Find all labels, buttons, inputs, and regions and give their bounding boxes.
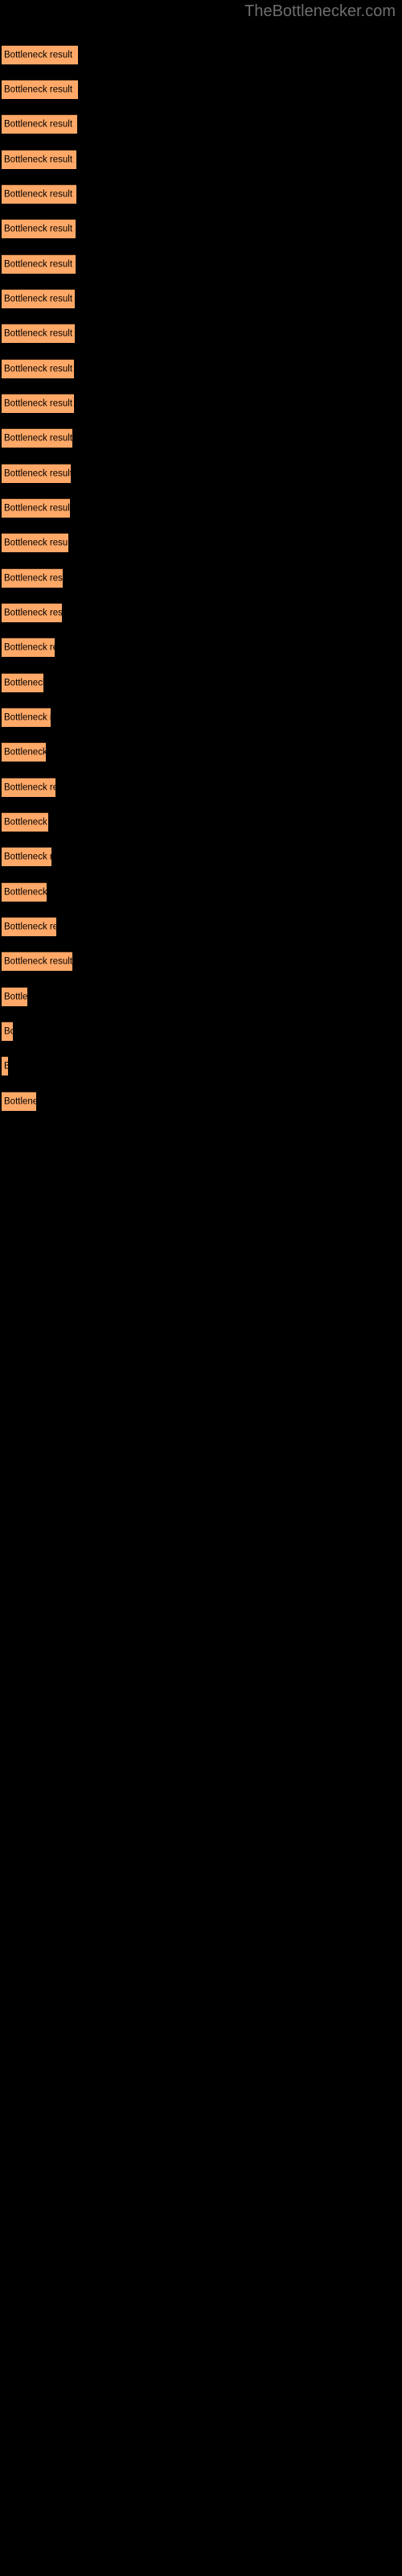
- bar-row: Bottleneck result: [0, 533, 402, 552]
- bar[interactable]: Bottleneck result: [2, 428, 72, 448]
- bar[interactable]: Bottleneck result: [2, 45, 78, 64]
- bar-label: Bottleneck result: [4, 992, 27, 1001]
- bar[interactable]: Bottleneck result: [2, 882, 47, 902]
- bar-row: Bottleneck result: [0, 289, 402, 308]
- bar-label: Bottleneck result: [4, 294, 73, 303]
- bar-label: Bottleneck result: [4, 469, 71, 478]
- bar[interactable]: Bottleneck result: [2, 987, 27, 1006]
- bar-label: Bottleneck result: [4, 155, 73, 164]
- bar[interactable]: Bottleneck result: [2, 1056, 8, 1075]
- bar-label: Bottleneck result: [4, 119, 73, 129]
- bar-row: Bottleneck result: [0, 359, 402, 378]
- bar-label: Bottleneck result: [4, 747, 46, 757]
- bar-row: Bottleneck result: [0, 987, 402, 1006]
- bar[interactable]: Bottleneck result: [2, 812, 48, 832]
- bar[interactable]: Bottleneck result: [2, 324, 75, 343]
- bar-label: Bottleneck result: [4, 712, 51, 722]
- bar[interactable]: Bottleneck result: [2, 359, 74, 378]
- bar-row: Bottleneck result: [0, 917, 402, 936]
- bar-row: Bottleneck result: [0, 1022, 402, 1041]
- bar-label: Bottleneck result: [4, 887, 47, 897]
- bar[interactable]: Bottleneck result: [2, 603, 62, 622]
- bar-label: Bottleneck result: [4, 503, 70, 513]
- bar-label: Bottleneck result: [4, 50, 73, 60]
- bar-row: Bottleneck result: [0, 394, 402, 413]
- bar-row: Bottleneck result: [0, 150, 402, 169]
- bar-label: Bottleneck result: [4, 922, 56, 931]
- bar-row: Bottleneck result: [0, 45, 402, 64]
- bar[interactable]: Bottleneck result: [2, 464, 71, 483]
- bar-row: Bottleneck result: [0, 603, 402, 622]
- bar-label: Bottleneck result: [4, 852, 51, 861]
- bar-label: Bottleneck result: [4, 678, 43, 687]
- bar-label: Bottleneck result: [4, 1026, 13, 1036]
- bar-row: Bottleneck result: [0, 673, 402, 692]
- bar-row: Bottleneck result: [0, 778, 402, 797]
- bar[interactable]: Bottleneck result: [2, 533, 68, 552]
- bar[interactable]: Bottleneck result: [2, 289, 75, 308]
- bar-chart: Bottleneck result Bottleneck result Bottle…: [0, 0, 402, 2576]
- bar-row: Bottleneck result: [0, 708, 402, 727]
- bar-label: Bottleneck result: [4, 538, 68, 547]
- bar[interactable]: Bottleneck result: [2, 254, 76, 274]
- bar-row: Bottleneck result: [0, 1092, 402, 1111]
- bar-label: Bottleneck result: [4, 642, 55, 652]
- bar-row: Bottleneck result: [0, 184, 402, 204]
- bar[interactable]: Bottleneck result: [2, 114, 77, 134]
- bar[interactable]: Bottleneck result: [2, 498, 70, 518]
- bar-label: Bottleneck result: [4, 224, 73, 233]
- bar[interactable]: Bottleneck result: [2, 742, 46, 762]
- bar[interactable]: Bottleneck result: [2, 952, 72, 971]
- bar-row: Bottleneck result: [0, 428, 402, 448]
- bar-row: Bottleneck result: [0, 568, 402, 588]
- bar-row: Bottleneck result: [0, 464, 402, 483]
- bar-label: Bottleneck result: [4, 85, 73, 94]
- bar-label: Bottleneck result: [4, 398, 73, 408]
- bar[interactable]: Bottleneck result: [2, 184, 76, 204]
- bar[interactable]: Bottleneck result: [2, 150, 76, 169]
- bar-label: Bottleneck result: [4, 782, 55, 792]
- bar[interactable]: Bottleneck result: [2, 1022, 13, 1041]
- bar[interactable]: Bottleneck result: [2, 80, 78, 99]
- bar[interactable]: Bottleneck result: [2, 1092, 36, 1111]
- bar-row: Bottleneck result: [0, 1056, 402, 1075]
- bar[interactable]: Bottleneck result: [2, 778, 55, 797]
- bar[interactable]: Bottleneck result: [2, 219, 76, 238]
- bar-label: Bottleneck result: [4, 189, 73, 199]
- bar-label: Bottleneck result: [4, 433, 72, 443]
- bar-label: Bottleneck result: [4, 817, 48, 827]
- bar-row: Bottleneck result: [0, 638, 402, 657]
- bar-label: Bottleneck result: [4, 259, 73, 269]
- bar-label: Bottleneck result: [4, 608, 62, 617]
- bar-row: Bottleneck result: [0, 498, 402, 518]
- bar[interactable]: Bottleneck result: [2, 847, 51, 866]
- bar-row: Bottleneck result: [0, 80, 402, 99]
- bottleneck-chart-page: TheBottlenecker.com Bottleneck result Bot…: [0, 0, 402, 2576]
- bar-row: Bottleneck result: [0, 812, 402, 832]
- bar[interactable]: Bottleneck result: [2, 673, 43, 692]
- bar-label: Bottleneck result: [4, 1061, 8, 1071]
- bar-row: Bottleneck result: [0, 324, 402, 343]
- bar-row: Bottleneck result: [0, 114, 402, 134]
- bar[interactable]: Bottleneck result: [2, 708, 51, 727]
- bar-row: Bottleneck result: [0, 742, 402, 762]
- bar-label: Bottleneck result: [4, 364, 73, 374]
- bar-row: Bottleneck result: [0, 219, 402, 238]
- bar-row: Bottleneck result: [0, 847, 402, 866]
- bar-label: Bottleneck result: [4, 956, 72, 966]
- bar[interactable]: Bottleneck result: [2, 638, 55, 657]
- bar[interactable]: Bottleneck result: [2, 568, 63, 588]
- bar[interactable]: Bottleneck result: [2, 917, 56, 936]
- bar-row: Bottleneck result: [0, 882, 402, 902]
- bar-row: Bottleneck result: [0, 254, 402, 274]
- bar-row: Bottleneck result: [0, 952, 402, 971]
- bar-label: Bottleneck result: [4, 328, 73, 338]
- bar[interactable]: Bottleneck result: [2, 394, 74, 413]
- bar-label: Bottleneck result: [4, 1096, 36, 1106]
- bar-label: Bottleneck result: [4, 573, 63, 583]
